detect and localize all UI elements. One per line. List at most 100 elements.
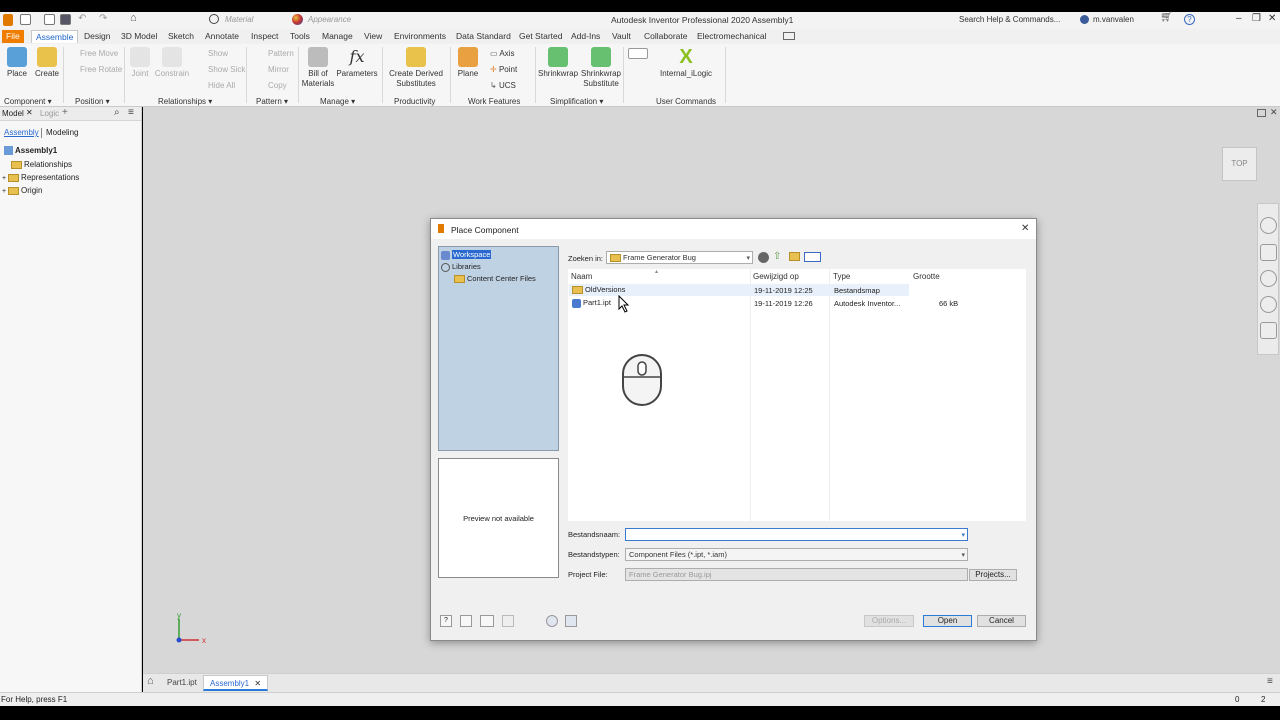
shrinkwrap-button[interactable]: Shrinkwrap (538, 47, 578, 79)
close-icon[interactable]: ✕ (254, 679, 261, 688)
view-menu-icon[interactable] (804, 252, 821, 262)
shrinkwrap-substitute-button[interactable]: Shrinkwrap Substitute (580, 47, 622, 89)
settings-icon[interactable] (565, 615, 577, 627)
orbit-icon[interactable] (1260, 296, 1277, 313)
dialog-close-icon[interactable]: ✕ (1021, 223, 1029, 234)
look-at-icon[interactable] (1260, 322, 1277, 339)
open-file-icon[interactable] (44, 14, 55, 25)
redo-icon[interactable]: ↷ (99, 13, 107, 24)
help-icon[interactable]: ? (1184, 14, 1195, 25)
show-button[interactable]: Show (208, 49, 228, 58)
axis-button[interactable]: ▭ Axis (490, 49, 514, 58)
tree-item-representations[interactable]: + Representations (2, 173, 79, 182)
panel-manage-label[interactable]: Manage ▾ (320, 97, 355, 106)
tab-annotate[interactable]: Annotate (201, 30, 243, 43)
column-modified[interactable]: Gewijzigd op (753, 272, 799, 281)
back-icon[interactable] (758, 252, 769, 263)
material-dropdown[interactable]: Material (225, 15, 287, 24)
tree-root[interactable]: Assembly1 (4, 146, 57, 156)
add-tab-icon[interactable]: + (62, 107, 68, 118)
file-list[interactable]: Naam ▴ Gewijzigd op Type Grootte OldVers… (568, 269, 1026, 521)
filename-input[interactable]: ▾ (625, 528, 968, 541)
browser-tab-logic[interactable]: Logic (40, 109, 59, 118)
search-input[interactable]: Search Help & Commands... (959, 15, 1071, 24)
viewport-close-icon[interactable]: ✕ (1270, 107, 1278, 118)
browser-subtab-modeling[interactable]: Modeling (46, 128, 78, 137)
close-icon[interactable]: ✕ (1268, 13, 1276, 24)
free-rotate-button[interactable]: Free Rotate (80, 65, 122, 74)
undo-icon[interactable]: ↶ (78, 13, 86, 24)
tab-environments[interactable]: Environments (390, 30, 450, 43)
home-icon[interactable]: ⌂ (130, 12, 137, 24)
copy-button[interactable]: Copy (268, 81, 287, 90)
maximize-icon[interactable]: ❐ (1252, 13, 1261, 24)
up-folder-icon[interactable]: ⇧ (773, 251, 781, 262)
browse-icon[interactable] (480, 615, 494, 627)
user-name[interactable]: m.vanvalen (1093, 15, 1134, 24)
tab-tools[interactable]: Tools (286, 30, 314, 43)
internal-ilogic-button[interactable]: X Internal_iLogic (656, 47, 716, 79)
ucs-button[interactable]: ↳ UCS (490, 81, 516, 90)
mirror-button[interactable]: Mirror (268, 65, 289, 74)
save-icon[interactable] (60, 14, 71, 25)
panel-component-label[interactable]: Component ▾ (4, 97, 52, 106)
new-folder-icon[interactable] (789, 252, 800, 261)
free-move-button[interactable]: Free Move (80, 49, 118, 58)
create-derived-substitutes-button[interactable]: Create Derived Substitutes (386, 47, 446, 89)
menu-icon[interactable]: ≡ (128, 107, 134, 118)
bill-of-materials-button[interactable]: Bill of Materials (300, 47, 336, 89)
open-button[interactable]: Open (923, 615, 972, 627)
tab-list-icon[interactable]: ≡ (1267, 676, 1273, 687)
find-icon[interactable] (460, 615, 472, 627)
filetype-dropdown[interactable]: Component Files (*.ipt, *.iam) ▾ (625, 548, 968, 561)
panel-position-label[interactable]: Position ▾ (75, 97, 110, 106)
constrain-button[interactable]: Constrain (154, 47, 190, 79)
tab-vault[interactable]: Vault (608, 30, 635, 43)
tab-view[interactable]: View (360, 30, 386, 43)
column-name[interactable]: Naam (571, 272, 592, 281)
column-type[interactable]: Type (833, 272, 850, 281)
dialog-title-bar[interactable]: Place Component ✕ (431, 219, 1036, 239)
viewport-toggle-icon[interactable] (1257, 109, 1266, 117)
tab-design[interactable]: Design (80, 30, 114, 43)
pattern-button[interactable]: Pattern (268, 49, 294, 58)
browser-subtab-assembly[interactable]: Assembly (4, 128, 39, 137)
cancel-button[interactable]: Cancel (977, 615, 1026, 627)
zoom-icon[interactable] (1260, 270, 1277, 287)
steering-wheel-icon[interactable] (1260, 217, 1277, 234)
tree-item-relationships[interactable]: Relationships (11, 160, 72, 169)
tab-electromechanical[interactable]: Electromechanical (693, 30, 770, 43)
create-button[interactable]: Create (33, 47, 61, 79)
joint-button[interactable]: Joint (128, 47, 152, 79)
tab-file[interactable]: File (2, 30, 24, 43)
browser-tab-model[interactable]: Model (2, 109, 24, 118)
plane-button[interactable]: Plane (455, 47, 481, 79)
location-libraries[interactable]: Libraries (441, 262, 481, 272)
hide-all-button[interactable]: Hide All (208, 81, 235, 90)
home-icon[interactable]: ⌂ (147, 675, 154, 687)
look-in-dropdown[interactable]: Frame Generator Bug ▾ (606, 251, 753, 264)
tab-get-started[interactable]: Get Started (515, 30, 566, 43)
close-icon[interactable]: ✕ (26, 108, 33, 117)
tree-item-origin[interactable]: + Origin (2, 186, 42, 195)
show-sick-button[interactable]: Show Sick (208, 65, 245, 74)
viewcube-top[interactable]: TOP (1222, 147, 1257, 181)
column-size[interactable]: Grootte (913, 272, 940, 281)
tab-data-standard[interactable]: Data Standard (452, 30, 515, 43)
inventor-logo-icon[interactable] (3, 14, 13, 26)
search-icon[interactable]: ⌕ (114, 107, 120, 118)
tab-inspect[interactable]: Inspect (247, 30, 282, 43)
cart-icon[interactable]: 🛒︎ (1160, 12, 1173, 23)
tab-collaborate[interactable]: Collaborate (640, 30, 691, 43)
doc-tab-part1[interactable]: Part1.ipt (167, 678, 197, 687)
new-file-icon[interactable] (20, 14, 31, 25)
minimize-icon[interactable]: – (1236, 13, 1242, 24)
panel-relationships-label[interactable]: Relationships ▾ (158, 97, 212, 106)
doc-tab-assembly1[interactable]: Assembly1 ✕ (203, 675, 269, 691)
ilogic-options-icon[interactable] (628, 48, 648, 59)
tab-manage[interactable]: Manage (318, 30, 357, 43)
appearance-dropdown[interactable]: Appearance (308, 15, 370, 24)
parameters-button[interactable]: fx Parameters (336, 47, 378, 79)
panel-simplification-label[interactable]: Simplification ▾ (550, 97, 603, 106)
tab-assemble[interactable]: Assemble (31, 30, 79, 43)
